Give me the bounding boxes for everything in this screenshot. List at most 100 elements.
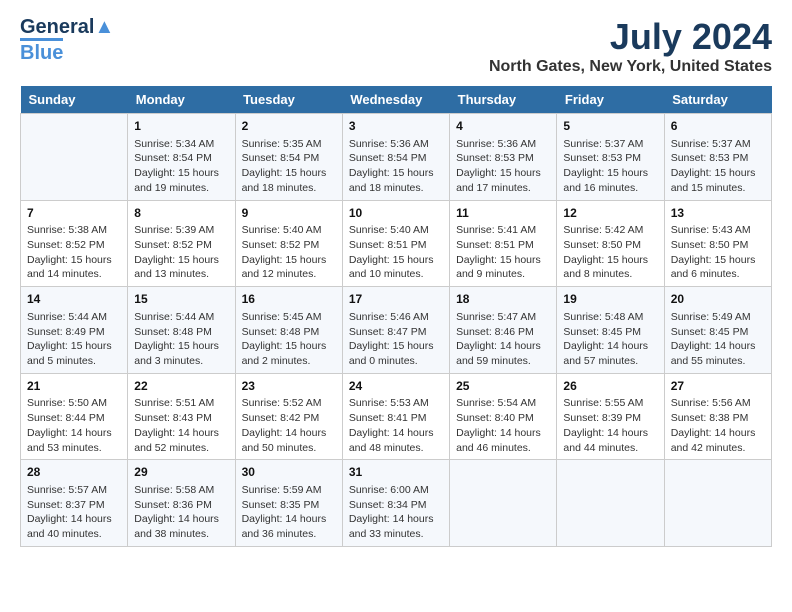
day-info: Sunrise: 6:00 AM Sunset: 8:34 PM Dayligh… [349,483,443,542]
day-cell [557,460,664,547]
day-cell: 12Sunrise: 5:42 AM Sunset: 8:50 PM Dayli… [557,200,664,287]
day-cell [21,114,128,201]
day-info: Sunrise: 5:42 AM Sunset: 8:50 PM Dayligh… [563,223,657,282]
header-thursday: Thursday [450,86,557,114]
day-cell: 21Sunrise: 5:50 AM Sunset: 8:44 PM Dayli… [21,373,128,460]
day-number: 22 [134,378,228,395]
day-cell: 3Sunrise: 5:36 AM Sunset: 8:54 PM Daylig… [342,114,449,201]
day-number: 6 [671,118,765,135]
day-cell: 22Sunrise: 5:51 AM Sunset: 8:43 PM Dayli… [128,373,235,460]
day-info: Sunrise: 5:37 AM Sunset: 8:53 PM Dayligh… [563,137,657,196]
day-info: Sunrise: 5:40 AM Sunset: 8:51 PM Dayligh… [349,223,443,282]
week-row-4: 21Sunrise: 5:50 AM Sunset: 8:44 PM Dayli… [21,373,772,460]
day-cell: 4Sunrise: 5:36 AM Sunset: 8:53 PM Daylig… [450,114,557,201]
day-number: 1 [134,118,228,135]
day-cell: 16 Sunrise: 5:45 AM Sunset: 8:48 PM Dayli… [235,287,342,374]
day-cell: 28 Sunrise: 5:57 AM Sunset: 8:37 PM Dayli… [21,460,128,547]
day-info: Sunrise: 5:57 AM Sunset: 8:37 PM Dayligh… [27,483,121,542]
title-area: July 2024 North Gates, New York, United … [489,16,772,76]
day-cell: 24Sunrise: 5:53 AM Sunset: 8:41 PM Dayli… [342,373,449,460]
week-row-5: 28 Sunrise: 5:57 AM Sunset: 8:37 PM Dayli… [21,460,772,547]
day-info: Sunrise: 5:34 AM Sunset: 8:54 PM Dayligh… [134,137,228,196]
day-cell: 11Sunrise: 5:41 AM Sunset: 8:51 PM Dayli… [450,200,557,287]
day-number: 23 [242,378,336,395]
day-number: 4 [456,118,550,135]
day-number: 19 [563,291,657,308]
day-cell: 7Sunrise: 5:38 AM Sunset: 8:52 PM Daylig… [21,200,128,287]
day-info: Sunrise: 5:54 AM Sunset: 8:40 PM Dayligh… [456,396,550,455]
day-info: Sunrise: 5:43 AM Sunset: 8:50 PM Dayligh… [671,223,765,282]
day-info: Sunrise: 5:45 AM Sunset: 8:48 PM Dayligh… [242,310,336,369]
day-info: Sunrise: 5:40 AM Sunset: 8:52 PM Dayligh… [242,223,336,282]
day-number: 16 [242,291,336,308]
day-number: 3 [349,118,443,135]
day-info: Sunrise: 5:50 AM Sunset: 8:44 PM Dayligh… [27,396,121,455]
day-cell: 30 Sunrise: 5:59 AM Sunset: 8:35 PM Dayli… [235,460,342,547]
day-number: 28 [27,464,121,481]
day-number: 17 [349,291,443,308]
logo-blue: Blue [20,38,63,65]
day-info: Sunrise: 5:55 AM Sunset: 8:39 PM Dayligh… [563,396,657,455]
header-tuesday: Tuesday [235,86,342,114]
week-row-2: 7Sunrise: 5:38 AM Sunset: 8:52 PM Daylig… [21,200,772,287]
day-number: 8 [134,205,228,222]
day-info: Sunrise: 5:41 AM Sunset: 8:51 PM Dayligh… [456,223,550,282]
day-number: 26 [563,378,657,395]
day-number: 5 [563,118,657,135]
day-cell: 13Sunrise: 5:43 AM Sunset: 8:50 PM Dayli… [664,200,771,287]
day-number: 27 [671,378,765,395]
day-info: Sunrise: 5:39 AM Sunset: 8:52 PM Dayligh… [134,223,228,282]
day-info: Sunrise: 5:49 AM Sunset: 8:45 PM Dayligh… [671,310,765,369]
day-number: 14 [27,291,121,308]
main-title: July 2024 [489,16,772,58]
day-number: 15 [134,291,228,308]
day-cell: 27Sunrise: 5:56 AM Sunset: 8:38 PM Dayli… [664,373,771,460]
day-cell: 15 Sunrise: 5:44 AM Sunset: 8:48 PM Dayli… [128,287,235,374]
day-number: 20 [671,291,765,308]
day-cell [450,460,557,547]
day-cell: 5 Sunrise: 5:37 AM Sunset: 8:53 PM Daylig… [557,114,664,201]
day-info: Sunrise: 5:37 AM Sunset: 8:53 PM Dayligh… [671,137,765,196]
day-cell: 2 Sunrise: 5:35 AM Sunset: 8:54 PM Daylig… [235,114,342,201]
week-row-1: 1 Sunrise: 5:34 AM Sunset: 8:54 PM Daylig… [21,114,772,201]
day-info: Sunrise: 5:53 AM Sunset: 8:41 PM Dayligh… [349,396,443,455]
day-cell: 6 Sunrise: 5:37 AM Sunset: 8:53 PM Daylig… [664,114,771,201]
header-sunday: Sunday [21,86,128,114]
day-number: 24 [349,378,443,395]
day-cell: 14 Sunrise: 5:44 AM Sunset: 8:49 PM Dayli… [21,287,128,374]
day-info: Sunrise: 5:44 AM Sunset: 8:49 PM Dayligh… [27,310,121,369]
day-number: 31 [349,464,443,481]
day-cell: 10Sunrise: 5:40 AM Sunset: 8:51 PM Dayli… [342,200,449,287]
week-row-3: 14 Sunrise: 5:44 AM Sunset: 8:49 PM Dayli… [21,287,772,374]
calendar-header-row: SundayMondayTuesdayWednesdayThursdayFrid… [21,86,772,114]
day-cell: 17Sunrise: 5:46 AM Sunset: 8:47 PM Dayli… [342,287,449,374]
day-cell: 23Sunrise: 5:52 AM Sunset: 8:42 PM Dayli… [235,373,342,460]
day-number: 7 [27,205,121,222]
day-number: 21 [27,378,121,395]
day-number: 9 [242,205,336,222]
calendar-body: 1 Sunrise: 5:34 AM Sunset: 8:54 PM Daylig… [21,114,772,547]
header-monday: Monday [128,86,235,114]
day-number: 2 [242,118,336,135]
day-cell: 31 Sunrise: 6:00 AM Sunset: 8:34 PM Dayli… [342,460,449,547]
day-cell [664,460,771,547]
day-info: Sunrise: 5:48 AM Sunset: 8:45 PM Dayligh… [563,310,657,369]
day-info: Sunrise: 5:56 AM Sunset: 8:38 PM Dayligh… [671,396,765,455]
day-number: 10 [349,205,443,222]
subtitle: North Gates, New York, United States [489,58,772,76]
day-cell: 19 Sunrise: 5:48 AM Sunset: 8:45 PM Dayli… [557,287,664,374]
day-info: Sunrise: 5:44 AM Sunset: 8:48 PM Dayligh… [134,310,228,369]
header-saturday: Saturday [664,86,771,114]
day-info: Sunrise: 5:35 AM Sunset: 8:54 PM Dayligh… [242,137,336,196]
day-cell: 26Sunrise: 5:55 AM Sunset: 8:39 PM Dayli… [557,373,664,460]
day-number: 30 [242,464,336,481]
day-info: Sunrise: 5:38 AM Sunset: 8:52 PM Dayligh… [27,223,121,282]
header-friday: Friday [557,86,664,114]
day-info: Sunrise: 5:52 AM Sunset: 8:42 PM Dayligh… [242,396,336,455]
day-cell: 1 Sunrise: 5:34 AM Sunset: 8:54 PM Daylig… [128,114,235,201]
day-cell: 29Sunrise: 5:58 AM Sunset: 8:36 PM Dayli… [128,460,235,547]
day-cell: 20 Sunrise: 5:49 AM Sunset: 8:45 PM Dayli… [664,287,771,374]
day-number: 29 [134,464,228,481]
day-info: Sunrise: 5:59 AM Sunset: 8:35 PM Dayligh… [242,483,336,542]
header: General▲ Blue July 2024 North Gates, New… [20,16,772,76]
